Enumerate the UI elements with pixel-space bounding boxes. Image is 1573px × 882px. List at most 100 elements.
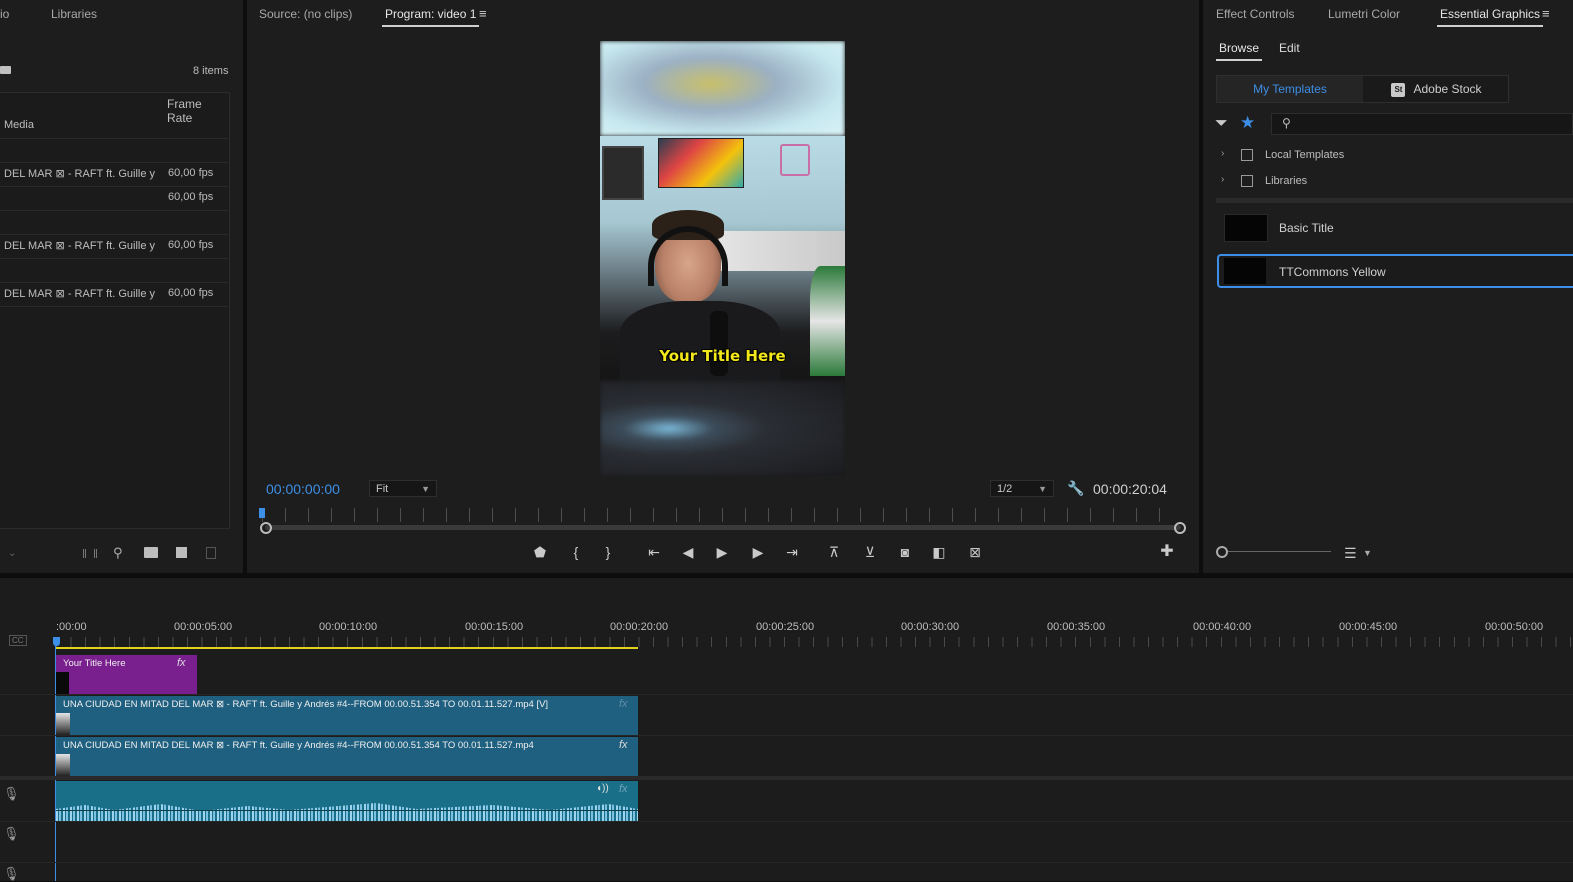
video-clip-v2[interactable]: UNA CIUDAD EN MITAD DEL MAR ⊠ - RAFT ft.… [56, 696, 638, 735]
list-item[interactable] [0, 138, 228, 163]
folder-libraries[interactable]: › Libraries [1221, 173, 1561, 193]
chevron-right-icon[interactable]: › [1221, 148, 1224, 159]
add-marker-icon[interactable]: ⬟ [531, 544, 549, 560]
template-name: Basic Title [1279, 221, 1334, 235]
export-frame-camera-icon[interactable]: ◙ [896, 544, 914, 560]
extract-icon[interactable]: ⊻ [861, 544, 879, 560]
zoom-handle-left[interactable] [260, 522, 272, 534]
tab-essential-graphics[interactable]: Essential Graphics [1436, 7, 1544, 27]
chevron-down-icon[interactable]: ⌄ [8, 546, 16, 562]
go-to-in-icon[interactable]: ⇤ [645, 544, 663, 560]
fx-badge: fx [619, 739, 628, 751]
ruler-label: 00:00:35:00 [1047, 621, 1106, 633]
comparison-view-icon[interactable]: ◧ [930, 544, 948, 560]
resolution-select[interactable]: 1/2 ▼ [990, 480, 1054, 497]
wrench-icon[interactable]: 🔧 [1067, 480, 1084, 496]
clip-thumbnail [56, 672, 69, 694]
ruler-label: 00:00:40:00 [1193, 621, 1252, 633]
my-templates-button[interactable]: My Templates [1217, 76, 1363, 102]
microphone [710, 311, 728, 376]
work-area-bar[interactable] [56, 647, 638, 649]
trash-icon[interactable] [206, 547, 216, 559]
tab-libraries[interactable]: Libraries [51, 7, 97, 21]
folder-label: Libraries [1265, 175, 1308, 187]
timeline-ruler[interactable] [56, 637, 1573, 647]
list-item[interactable] [0, 258, 228, 283]
wall-poster [658, 138, 744, 188]
chevron-right-icon[interactable]: › [1221, 174, 1224, 185]
list-item[interactable]: DEL MAR ⊠ - RAFT ft. Guille y 60,00 fps [0, 234, 228, 259]
monitor-time-ruler[interactable] [262, 508, 1182, 522]
fx-badge: fx [619, 783, 628, 795]
tab-source[interactable]: Source: (no clips) [259, 7, 352, 21]
lift-icon[interactable]: ⊼ [825, 544, 843, 560]
video-audio-divider [0, 776, 1573, 780]
freeform-view-icon[interactable] [83, 549, 97, 558]
zoom-scrollbar[interactable] [265, 525, 1181, 530]
new-bin-icon[interactable] [144, 547, 158, 558]
current-timecode[interactable]: 00:00:00:00 [266, 481, 340, 497]
monitor-playhead[interactable] [259, 508, 265, 518]
track-divider [0, 821, 1573, 822]
zoom-handle-right[interactable] [1174, 522, 1186, 534]
cc-icon[interactable]: CC [9, 635, 27, 646]
subtab-browse[interactable]: Browse [1215, 41, 1263, 61]
filter-icon[interactable]: ⏷ [1215, 116, 1228, 132]
wall-frame [602, 146, 644, 200]
tab-project[interactable]: io [0, 7, 9, 21]
checkbox[interactable] [1241, 149, 1253, 161]
thumbnail-size-slider[interactable] [1228, 551, 1331, 552]
new-item-icon[interactable] [176, 547, 187, 558]
ruler-label: 00:00:30:00 [901, 621, 960, 633]
step-forward-icon[interactable]: ▶ [749, 544, 767, 560]
toggle-proxies-icon[interactable]: ⊠ [966, 544, 984, 560]
blurred-bottom-background [600, 381, 845, 476]
audio-clip[interactable]: ◖)) fx [56, 781, 638, 821]
star-icon[interactable]: ★ [1240, 114, 1255, 131]
list-item[interactable] [0, 210, 228, 235]
video-clip-v1[interactable]: UNA CIUDAD EN MITAD DEL MAR ⊠ - RAFT ft.… [56, 737, 638, 776]
adobe-stock-label: Adobe Stock [1413, 82, 1482, 96]
title-clip[interactable]: Your Title Here fx [56, 655, 197, 694]
tab-program[interactable]: Program: video 1 [381, 7, 480, 27]
list-item[interactable]: 60,00 fps [0, 186, 228, 211]
step-back-icon[interactable]: ◀ [679, 544, 697, 560]
mark-in-icon[interactable]: { [567, 544, 585, 560]
list-item[interactable]: DEL MAR ⊠ - RAFT ft. Guille y 60,00 fps [0, 162, 228, 187]
list-item[interactable]: Media [0, 114, 228, 139]
sort-menu-icon[interactable]: ☰ [1344, 545, 1357, 561]
timeline-playhead-head[interactable] [53, 637, 60, 646]
search-input[interactable]: ⚲ [1271, 113, 1573, 135]
panel-menu-icon[interactable]: ≡ [1542, 6, 1550, 21]
tab-effect-controls[interactable]: Effect Controls [1216, 7, 1294, 21]
ruler-label: :00:00 [56, 621, 87, 633]
template-name: TTCommons Yellow [1279, 265, 1386, 279]
list-item[interactable]: DEL MAR ⊠ - RAFT ft. Guille y 60,00 fps [0, 282, 228, 307]
tab-lumetri-color[interactable]: Lumetri Color [1328, 7, 1400, 21]
template-basic-title[interactable]: Basic Title [1217, 211, 1573, 245]
room-scene: Your Title Here [600, 136, 845, 381]
zoom-fit-select[interactable]: Fit ▼ [369, 480, 437, 497]
microphone-icon[interactable]: 🎙 [3, 866, 20, 882]
fx-badge: fx [619, 698, 628, 710]
track-divider [0, 735, 1573, 736]
chevron-down-icon[interactable]: ▼ [1363, 545, 1372, 561]
mark-out-icon[interactable]: } [599, 544, 617, 560]
play-icon[interactable]: ▶ [713, 544, 731, 560]
ruler-label: 00:00:20:00 [610, 621, 669, 633]
checkbox[interactable] [1241, 175, 1253, 187]
template-thumbnail [1224, 258, 1266, 284]
adobe-stock-button[interactable]: St Adobe Stock [1364, 76, 1509, 102]
microphone-icon[interactable]: 🎙 [3, 826, 20, 842]
go-to-out-icon[interactable]: ⇥ [783, 544, 801, 560]
template-ttcommons-yellow[interactable]: TTCommons Yellow [1217, 254, 1573, 288]
add-button-icon[interactable]: ✚ [1158, 544, 1176, 560]
ruler-label: 00:00:05:00 [174, 621, 233, 633]
search-icon[interactable]: ⚲ [113, 545, 123, 561]
folder-local-templates[interactable]: › Local Templates [1221, 147, 1561, 167]
microphone-icon[interactable]: 🎙 [3, 786, 20, 802]
panel-menu-icon[interactable]: ≡ [479, 6, 487, 21]
subtab-edit[interactable]: Edit [1279, 41, 1300, 55]
thumbnail-size-handle[interactable] [1216, 546, 1228, 558]
blurred-top-background [600, 41, 845, 136]
